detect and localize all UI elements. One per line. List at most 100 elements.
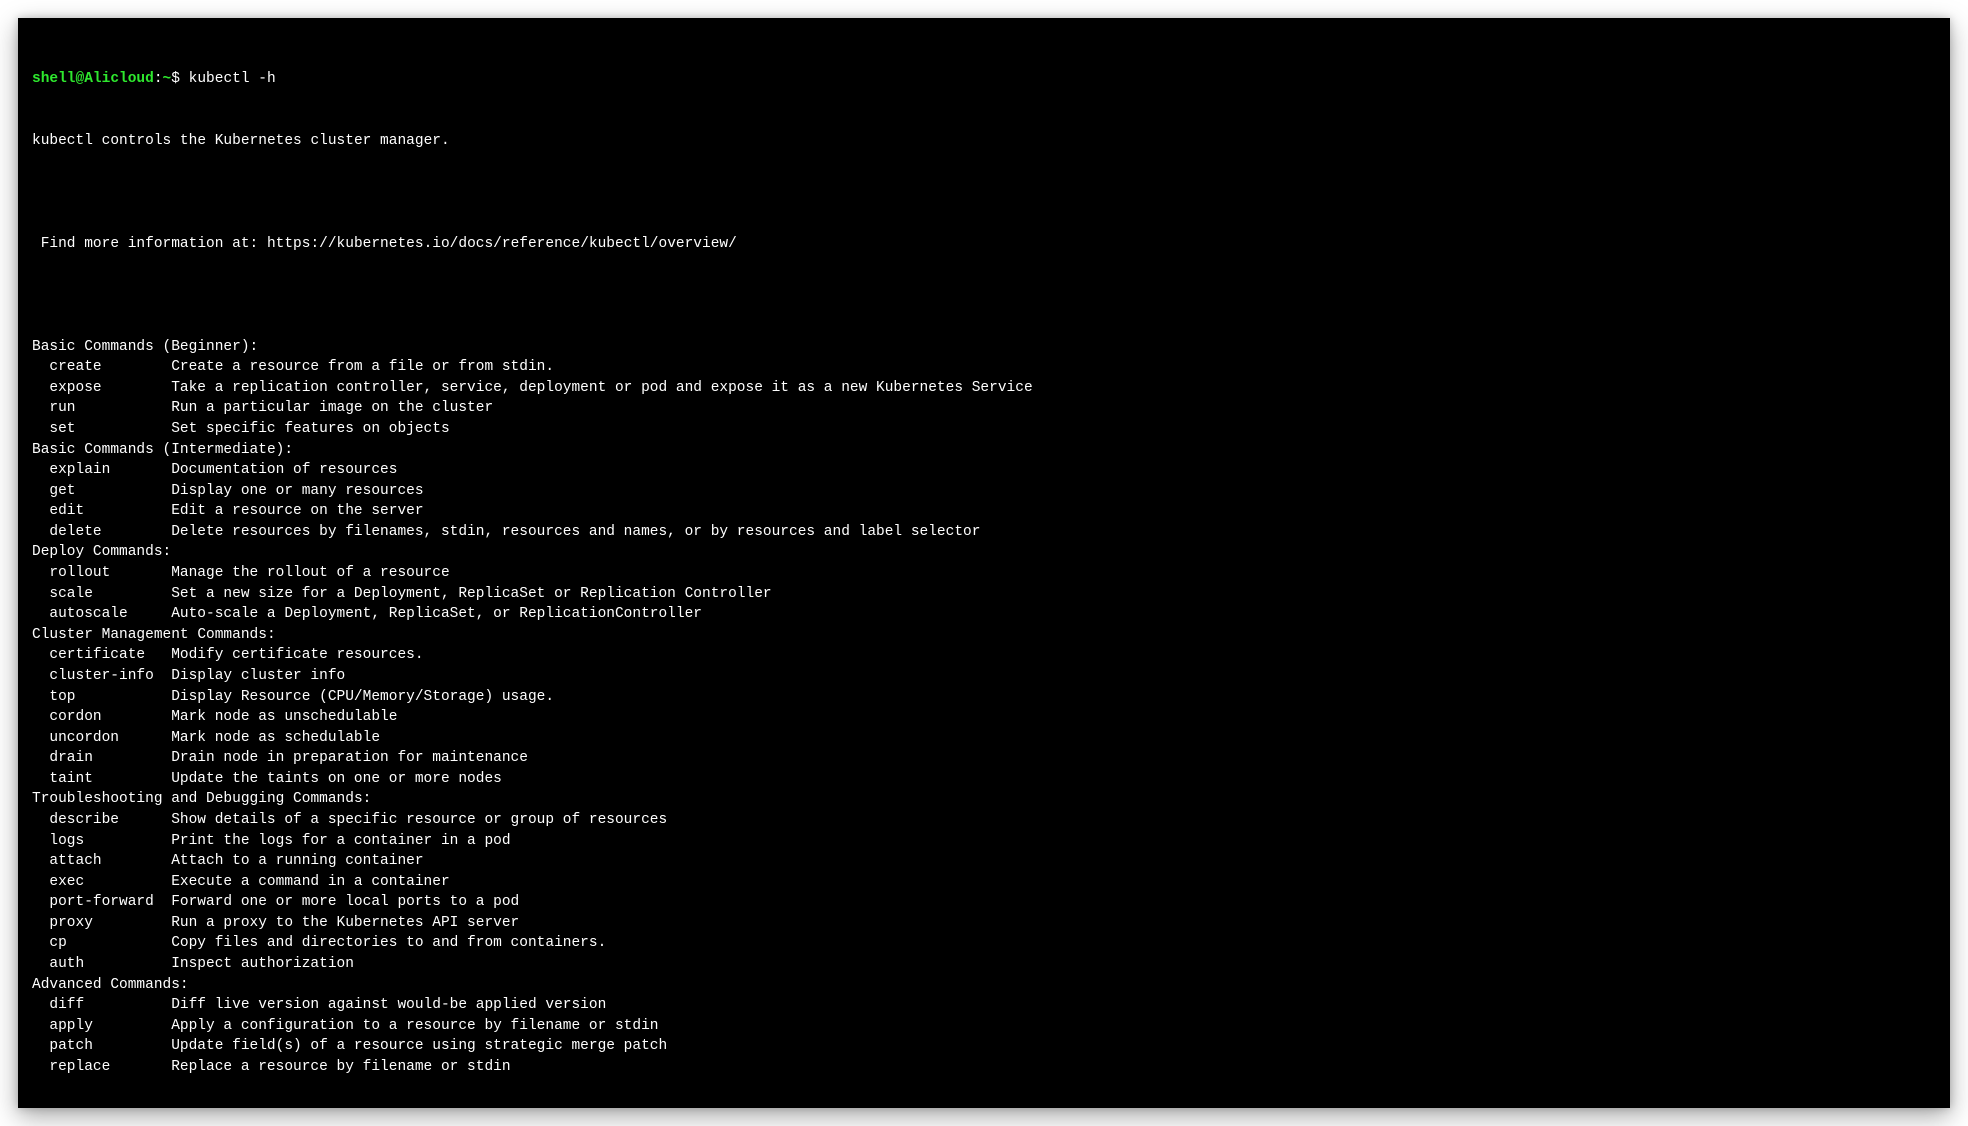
prompt-command: kubectl -h [189,71,276,87]
command-row: rolloutManage the rollout of a resource [32,563,1936,584]
command-description: Update the taints on one or more nodes [171,771,502,787]
indent [32,604,49,625]
command-row: logsPrint the logs for a container in a … [32,831,1936,852]
intro-line-2: Find more information at: https://kubern… [32,234,1936,255]
command-name: expose [49,378,171,399]
command-row: runRun a particular image on the cluster [32,398,1936,419]
indent [32,666,49,687]
command-name: rollout [49,563,171,584]
indent [32,584,49,605]
command-name: port-forward [49,892,171,913]
command-name: delete [49,522,171,543]
command-row: patchUpdate field(s) of a resource using… [32,1036,1936,1057]
command-row: setSet specific features on objects [32,419,1936,440]
command-row: scaleSet a new size for a Deployment, Re… [32,584,1936,605]
command-name: diff [49,995,171,1016]
indent [32,831,49,852]
command-description: Display one or many resources [171,483,423,499]
command-description: Edit a resource on the server [171,503,423,519]
command-name: create [49,357,171,378]
indent [32,728,49,749]
indent [32,851,49,872]
command-name: cordon [49,707,171,728]
command-row: cordonMark node as unschedulable [32,707,1936,728]
command-row: drainDrain node in preparation for maint… [32,748,1936,769]
command-name: run [49,398,171,419]
command-name: drain [49,748,171,769]
command-description: Take a replication controller, service, … [171,380,1032,396]
command-row: applyApply a configuration to a resource… [32,1016,1936,1037]
indent [32,995,49,1016]
command-row: editEdit a resource on the server [32,501,1936,522]
command-name: replace [49,1057,171,1078]
command-name: autoscale [49,604,171,625]
indent [32,522,49,543]
indent [32,872,49,893]
command-name: top [49,687,171,708]
indent [32,933,49,954]
command-name: auth [49,954,171,975]
indent [32,419,49,440]
indent [32,357,49,378]
command-row: autoscaleAuto-scale a Deployment, Replic… [32,604,1936,625]
section-title: Basic Commands (Intermediate): [32,440,1936,461]
section-title: Troubleshooting and Debugging Commands: [32,789,1936,810]
command-name: logs [49,831,171,852]
section-title: Deploy Commands: [32,542,1936,563]
command-description: Copy files and directories to and from c… [171,935,606,951]
command-description: Manage the rollout of a resource [171,565,449,581]
command-row: createCreate a resource from a file or f… [32,357,1936,378]
command-row: certificateModify certificate resources. [32,645,1936,666]
command-description: Inspect authorization [171,956,354,972]
indent [32,892,49,913]
command-row: port-forwardForward one or more local po… [32,892,1936,913]
command-name: attach [49,851,171,872]
command-name: certificate [49,645,171,666]
indent [32,748,49,769]
command-description: Mark node as schedulable [171,730,380,746]
indent [32,954,49,975]
command-row: diffDiff live version against would-be a… [32,995,1936,1016]
command-description: Mark node as unschedulable [171,709,397,725]
command-name: apply [49,1016,171,1037]
command-description: Print the logs for a container in a pod [171,833,510,849]
section-title: Basic Commands (Beginner): [32,337,1936,358]
command-name: set [49,419,171,440]
terminal-window[interactable]: shell@Alicloud:~$ kubectl -h kubectl con… [18,18,1950,1108]
command-description: Modify certificate resources. [171,647,423,663]
command-row: cpCopy files and directories to and from… [32,933,1936,954]
indent [32,687,49,708]
command-description: Display Resource (CPU/Memory/Storage) us… [171,689,554,705]
command-row: describeShow details of a specific resou… [32,810,1936,831]
help-sections: Basic Commands (Beginner): createCreate … [32,337,1936,1078]
indent [32,460,49,481]
indent [32,1016,49,1037]
command-name: edit [49,501,171,522]
prompt-user-host: shell@Alicloud [32,71,154,87]
command-description: Execute a command in a container [171,874,449,890]
command-row: exposeTake a replication controller, ser… [32,378,1936,399]
command-description: Diff live version against would-be appli… [171,997,606,1013]
command-description: Replace a resource by filename or stdin [171,1059,510,1075]
indent [32,645,49,666]
command-description: Run a particular image on the cluster [171,400,493,416]
command-name: scale [49,584,171,605]
prompt-dollar: $ [171,71,188,87]
command-row: deleteDelete resources by filenames, std… [32,522,1936,543]
indent [32,707,49,728]
command-row: cluster-infoDisplay cluster info [32,666,1936,687]
indent [32,913,49,934]
intro-line-1: kubectl controls the Kubernetes cluster … [32,131,1936,152]
command-description: Display cluster info [171,668,345,684]
indent [32,1036,49,1057]
command-row: execExecute a command in a container [32,872,1936,893]
indent [32,501,49,522]
command-name: taint [49,769,171,790]
command-name: explain [49,460,171,481]
command-row: getDisplay one or many resources [32,481,1936,502]
prompt-separator: : [154,71,163,87]
command-description: Auto-scale a Deployment, ReplicaSet, or … [171,606,702,622]
indent [32,810,49,831]
section-title: Cluster Management Commands: [32,625,1936,646]
command-description: Forward one or more local ports to a pod [171,894,519,910]
